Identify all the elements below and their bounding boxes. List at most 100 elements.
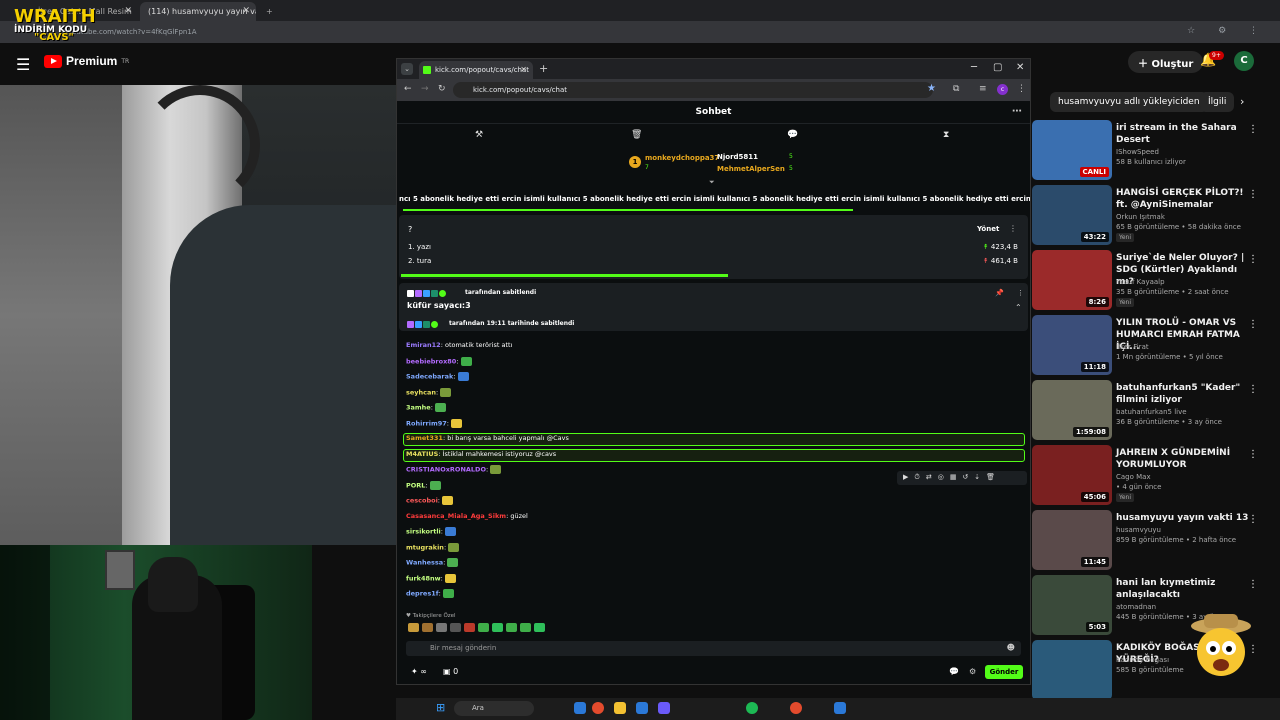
chevron-right-icon[interactable]: ›	[1240, 95, 1244, 108]
gear-icon[interactable]: ⚙	[969, 667, 976, 676]
recommendation-channel[interactable]: atomadnan	[1116, 603, 1156, 611]
chat-message[interactable]: CRISTIANOxRONALDO:	[406, 465, 502, 474]
chat-input[interactable]: Bir mesaj gönderin ☻	[406, 641, 1021, 656]
more-options-icon[interactable]: ⋮	[1248, 384, 1258, 395]
bg-toolbar-icons[interactable]: ☆ ⚙ ⋮	[1187, 26, 1268, 36]
emote-icon[interactable]	[478, 623, 489, 632]
recommendation-item[interactable]: CANLI iri stream in the Sahara Desert ISho…	[1032, 120, 1280, 182]
chat-message[interactable]: depres1f:	[406, 589, 454, 598]
back-icon[interactable]: ←	[404, 84, 412, 94]
chat-message[interactable]: Emiran12: otomatik terörist attı	[406, 341, 512, 349]
more-options-icon[interactable]: ⋮	[1248, 449, 1258, 460]
emote-icon[interactable]	[442, 496, 453, 505]
emote-icon[interactable]	[440, 387, 452, 397]
leader-1-name[interactable]: monkeydchoppa37	[645, 154, 719, 162]
chat-message[interactable]: 3amhe:	[406, 403, 446, 412]
recommendation-item[interactable]: 1:59:08 batuhanfurkan5 "Kader" filmini iz…	[1032, 380, 1280, 442]
emote-icon[interactable]	[506, 623, 517, 632]
emote-icon[interactable]	[451, 418, 462, 428]
emote-icon[interactable]	[444, 573, 456, 583]
hammer-icon[interactable]: ⚒	[475, 130, 483, 140]
chat-username[interactable]: Rohirrim97	[406, 419, 447, 427]
obs-icon[interactable]	[834, 702, 846, 714]
recommendation-thumbnail[interactable]	[1032, 640, 1112, 700]
recommendation-channel[interactable]: İlker Firat	[1116, 343, 1149, 351]
send-button[interactable]: Gönder	[985, 665, 1023, 679]
create-button[interactable]: ＋ Oluştur	[1128, 51, 1204, 73]
minimize-icon[interactable]: ─	[971, 62, 977, 73]
chat-username[interactable]: seyhcan	[406, 388, 436, 396]
emote-icon[interactable]	[447, 558, 459, 567]
chat-username[interactable]: PORL	[406, 481, 425, 489]
pinned-more-icon[interactable]: ⋮	[1017, 289, 1024, 297]
chevron-down-icon[interactable]: ⏷	[709, 178, 715, 187]
chip-related[interactable]: İlgili	[1200, 92, 1235, 112]
hamburger-menu-icon[interactable]: ☰	[16, 55, 30, 74]
emote-icon[interactable]	[534, 623, 545, 632]
more-options-icon[interactable]: ⋮	[1248, 124, 1258, 135]
emote-icon[interactable]	[429, 480, 441, 490]
recommendation-item[interactable]: 11:18 YILIN TROLÜ - OMAR VS HUMARCI EMRAH…	[1032, 315, 1280, 377]
message-hover-toolbar[interactable]: ▶⏱⇄◎▦↺⇣🗑	[897, 471, 1027, 485]
bg-tab-2[interactable]: (114) husamvyuyu yayın vakti 14✕	[140, 2, 256, 21]
chat-username[interactable]: cescoboi	[406, 497, 438, 505]
recommendation-thumbnail[interactable]: 43:22	[1032, 185, 1112, 245]
tab-search-icon[interactable]: ⌄	[401, 63, 413, 75]
recommendation-channel[interactable]: Kadıköy Boğası	[1116, 656, 1169, 664]
emote-icon[interactable]	[492, 623, 503, 632]
chat-settings-bubble-icon[interactable]: 💬	[949, 667, 959, 676]
new-tab-button[interactable]: +	[258, 2, 274, 21]
recommendation-item[interactable]: 43:22 HANGİSİ GERÇEK PİLOT?! ft. @AyniSin…	[1032, 185, 1280, 247]
chat-username[interactable]: Emiran12	[406, 341, 441, 349]
chrome-icon[interactable]	[592, 702, 604, 714]
recommendation-channel[interactable]: batuhanfurkan5 live	[1116, 408, 1187, 416]
recommendation-item[interactable]: 8:26 Suriye`de Neler Oluyor? | SDG (Kürtl…	[1032, 250, 1280, 312]
more-options-icon[interactable]: ⋮	[1248, 254, 1258, 265]
spotify-icon[interactable]	[746, 702, 758, 714]
chat-message[interactable]: Samet331: bi barış varsa bahceli yapmalı…	[406, 434, 569, 442]
taskbar-search[interactable]: Ara	[454, 701, 534, 716]
chevron-up-icon[interactable]: ⌃	[1015, 303, 1022, 312]
popup-tab[interactable]: kick.com/popout/cavs/chat ✕	[419, 61, 533, 79]
chat-username[interactable]: Samet331	[406, 434, 443, 442]
recommendation-title[interactable]: iri stream in the Sahara Desert	[1116, 122, 1254, 146]
windows-start-icon[interactable]: ⊞	[436, 702, 448, 714]
chat-bubble-icon[interactable]: 💬	[787, 130, 798, 140]
emoji-picker-icon[interactable]: ☻	[1007, 643, 1015, 652]
chat-message[interactable]: Casasanca_Miala_Aga_Sikm: güzel	[406, 512, 528, 520]
discord-icon[interactable]	[658, 702, 670, 714]
window-close-icon[interactable]: ✕	[1016, 62, 1024, 73]
folder-icon[interactable]	[614, 702, 626, 714]
chip-uploader[interactable]: husamvyuvyu adlı yükleyiciden	[1050, 92, 1208, 112]
more-options-icon[interactable]: ⋮	[1248, 319, 1258, 330]
recommendation-thumbnail[interactable]: 45:06	[1032, 445, 1112, 505]
account-avatar[interactable]: C	[1234, 51, 1254, 71]
emote-icon[interactable]	[460, 356, 472, 366]
emote-icon[interactable]	[450, 623, 461, 632]
more-icon[interactable]: ⋮	[1017, 84, 1026, 94]
chat-message[interactable]: sirsikortli:	[406, 527, 456, 536]
media-icon[interactable]: ≡	[979, 84, 987, 94]
chat-username[interactable]: 3amhe	[406, 404, 431, 412]
chrome-icon-2[interactable]	[790, 702, 802, 714]
profile-avatar[interactable]: c	[997, 84, 1008, 95]
emote-icon[interactable]	[434, 403, 446, 412]
recommendation-thumbnail[interactable]: 11:18	[1032, 315, 1112, 375]
recommendation-channel[interactable]: husamvyuyu	[1116, 526, 1161, 534]
close-icon[interactable]: ✕	[520, 65, 527, 74]
chat-message[interactable]: Wanhessa:	[406, 558, 459, 567]
emote-icon[interactable]	[490, 465, 502, 474]
recommendation-thumbnail[interactable]: CANLI	[1032, 120, 1112, 180]
close-icon[interactable]: ✕	[124, 6, 132, 16]
chat-username[interactable]: depres1f	[406, 590, 439, 598]
chat-username[interactable]: Sadecebarak	[406, 373, 453, 381]
popup-url[interactable]: kick.com/popout/cavs/chat	[453, 82, 933, 98]
chat-message[interactable]: beebiebrox80:	[406, 356, 472, 366]
recommendation-thumbnail[interactable]: 1:59:08	[1032, 380, 1112, 440]
close-icon[interactable]: ✕	[242, 6, 250, 16]
more-options-icon[interactable]: ⋮	[1248, 514, 1258, 525]
chat-message[interactable]: seyhcan:	[406, 387, 452, 397]
gift-count[interactable]: ▣ 0	[443, 667, 458, 676]
extensions-icon[interactable]: ⧉	[953, 84, 959, 94]
chat-message[interactable]: M4ATIUS: İstiklal mahkemesi istiyoruz @c…	[406, 450, 556, 458]
